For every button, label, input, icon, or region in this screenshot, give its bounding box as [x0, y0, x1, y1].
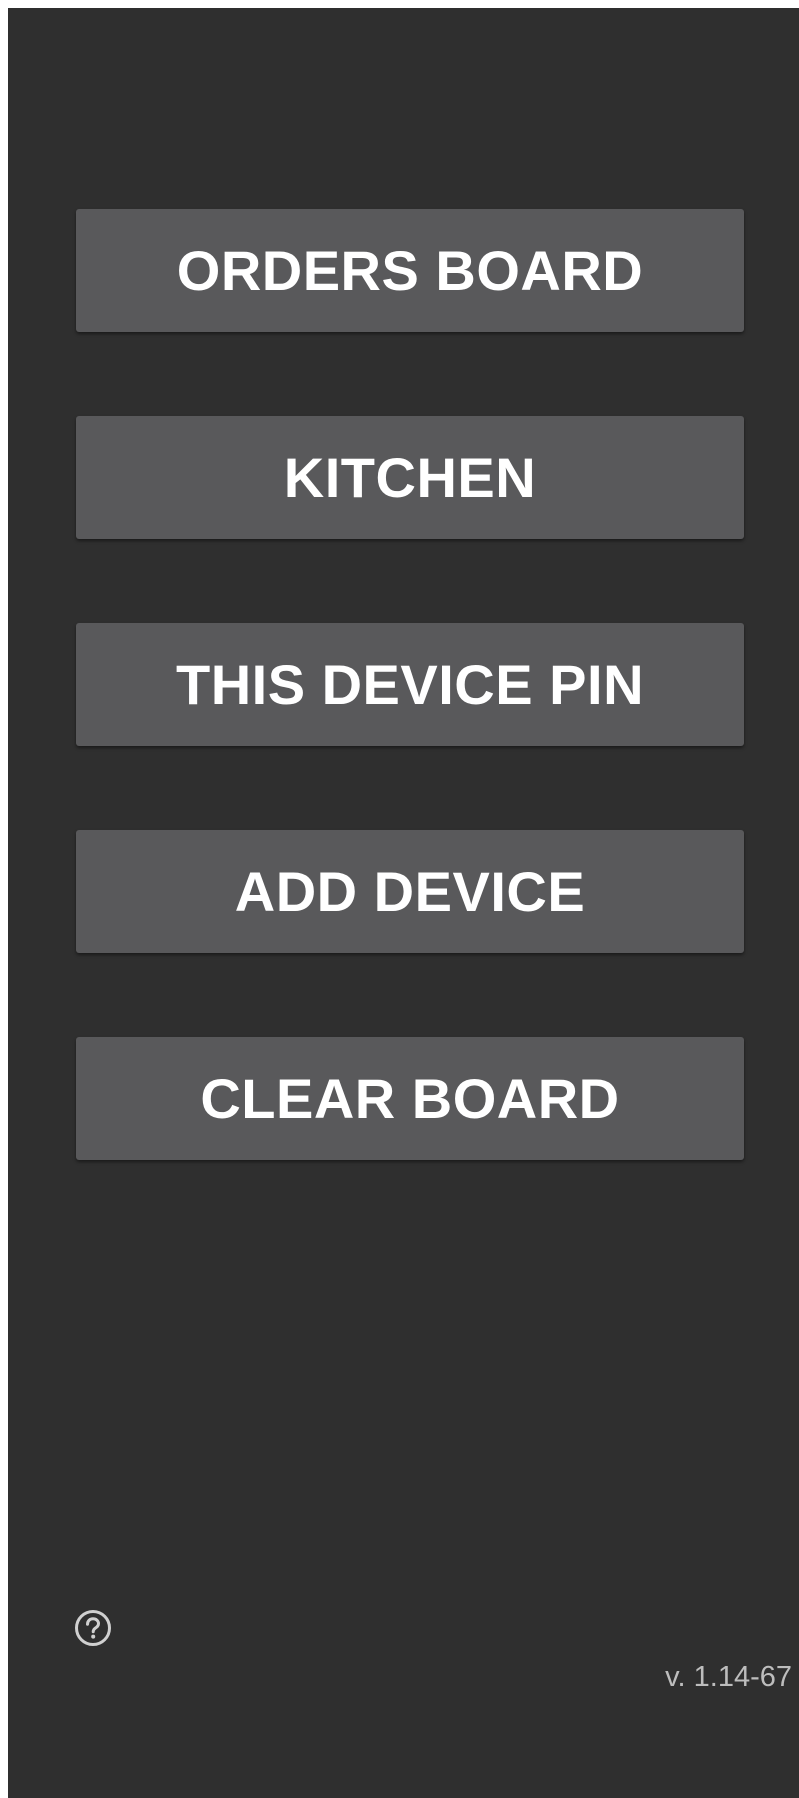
main-screen: ORDERS BOARD KITCHEN THIS DEVICE PIN ADD…: [8, 8, 799, 1798]
this-device-pin-button[interactable]: THIS DEVICE PIN: [76, 623, 744, 746]
clear-board-button[interactable]: CLEAR BOARD: [76, 1037, 744, 1160]
help-circle-icon: [75, 1610, 111, 1646]
orders-board-button[interactable]: ORDERS BOARD: [76, 209, 744, 332]
app-version: v. 1.14-67: [665, 1661, 792, 1693]
help-icon[interactable]: [74, 1609, 112, 1647]
kitchen-button[interactable]: KITCHEN: [76, 416, 744, 539]
add-device-button[interactable]: ADD DEVICE: [76, 830, 744, 953]
